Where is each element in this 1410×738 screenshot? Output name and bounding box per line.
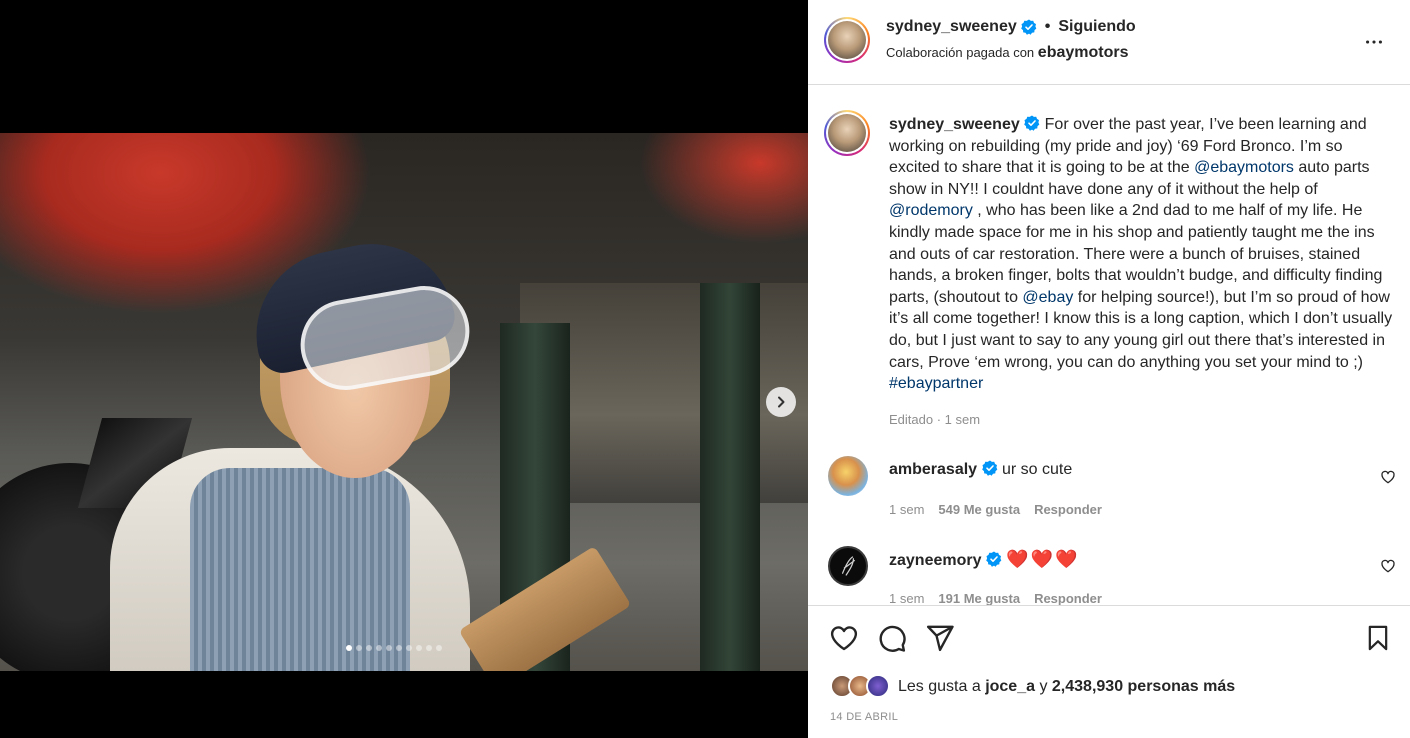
carousel-indicator (346, 645, 442, 651)
caption-author-avatar[interactable] (824, 110, 870, 156)
carousel-dot (436, 645, 442, 651)
liker-avatars (830, 674, 892, 700)
paid-partnership-text: Colaboración pagada con (886, 45, 1035, 60)
verified-icon (986, 551, 1002, 567)
heart-icon (830, 626, 858, 651)
likes-prefix: Les gusta a (898, 678, 981, 695)
mention-rodemory[interactable]: @rodemory (889, 202, 973, 219)
verified-icon (981, 460, 997, 476)
save-button[interactable] (1364, 623, 1392, 653)
carousel-dot (396, 645, 402, 651)
paper-plane-icon (926, 625, 954, 652)
caption-meta: Editado · 1 sem (889, 412, 981, 427)
more-horizontal-icon (1366, 40, 1382, 44)
liker-username[interactable]: joce_a (985, 678, 1035, 696)
carousel-next-button[interactable] (766, 387, 796, 417)
post-panel: sydney_sweeney • Siguiendo Colaboración … (808, 0, 1410, 738)
reply-button[interactable]: Responder (1034, 591, 1102, 605)
comment-bubble-icon (879, 625, 906, 652)
comment-text: ur so cute (1001, 461, 1073, 478)
paid-partnership-label: Colaboración pagada con ebaymotors (886, 44, 1129, 62)
commenter-avatar[interactable] (828, 546, 868, 586)
carousel-dot (346, 645, 352, 651)
post-date[interactable]: 14 DE ABRIL (830, 711, 898, 723)
bookmark-icon (1368, 625, 1388, 651)
comment-time: 1 sem (889, 502, 925, 517)
post-header: sydney_sweeney • Siguiendo Colaboración … (808, 0, 1410, 85)
post-media (0, 0, 808, 738)
carousel-dot (406, 645, 412, 651)
likes-summary[interactable]: Les gusta a joce_a y 2,438,930 personas … (830, 674, 1235, 700)
likes-conj: y (1039, 678, 1048, 695)
comment-like-heart-icon[interactable] (1380, 558, 1396, 574)
person-figure (110, 228, 632, 671)
comment-text: ❤️❤️❤️ (1006, 549, 1080, 569)
more-options-button[interactable] (1362, 30, 1386, 54)
carousel-dot (376, 645, 382, 651)
carousel-dot (366, 645, 372, 651)
reply-button[interactable]: Responder (1034, 502, 1102, 517)
comment-button[interactable] (877, 623, 907, 653)
commenter-avatar[interactable] (828, 456, 868, 496)
mention-ebaymotors[interactable]: @ebaymotors (1194, 159, 1294, 176)
comment-like-heart-icon[interactable] (1380, 469, 1396, 485)
comment-likes[interactable]: 549 Me gusta (938, 502, 1020, 517)
verified-icon (1024, 115, 1040, 131)
header-separator: • (1044, 18, 1051, 35)
following-button[interactable]: Siguiendo (1058, 18, 1135, 36)
carousel-dot (386, 645, 392, 651)
caption-username[interactable]: sydney_sweeney (889, 116, 1020, 133)
post-caption: sydney_sweeney For over the past year, I… (889, 114, 1394, 395)
comments-section[interactable]: sydney_sweeney For over the past year, I… (808, 86, 1410, 605)
verified-icon (1020, 19, 1037, 35)
comment-time: 1 sem (889, 591, 925, 605)
share-button[interactable] (925, 623, 955, 653)
comment-likes[interactable]: 191 Me gusta (938, 591, 1020, 605)
carousel-dot (416, 645, 422, 651)
comment: amberasaly ur so cute (889, 460, 1072, 479)
comment: zayneemory ❤️❤️❤️ (889, 549, 1080, 570)
comment-username[interactable]: zayneemory (889, 552, 982, 569)
signature-logo-icon (841, 556, 855, 576)
author-username[interactable]: sydney_sweeney (886, 18, 1017, 36)
comment-username[interactable]: amberasaly (889, 461, 977, 478)
comment-meta: 1 sem 549 Me gusta Responder (889, 502, 1102, 517)
likes-count[interactable]: 2,438,930 personas más (1052, 678, 1235, 696)
mention-ebay[interactable]: @ebay (1022, 289, 1073, 306)
carousel-dot (356, 645, 362, 651)
post-photo (0, 133, 808, 671)
carousel-dot (426, 645, 432, 651)
chevron-right-icon (778, 396, 785, 408)
author-avatar[interactable] (824, 17, 870, 63)
hashtag-ebaypartner[interactable]: #ebaypartner (889, 375, 983, 392)
post-actions: Les gusta a joce_a y 2,438,930 personas … (808, 605, 1410, 738)
partner-link[interactable]: ebaymotors (1038, 44, 1129, 61)
comment-meta: 1 sem 191 Me gusta Responder (889, 591, 1102, 605)
like-button[interactable] (829, 623, 859, 653)
